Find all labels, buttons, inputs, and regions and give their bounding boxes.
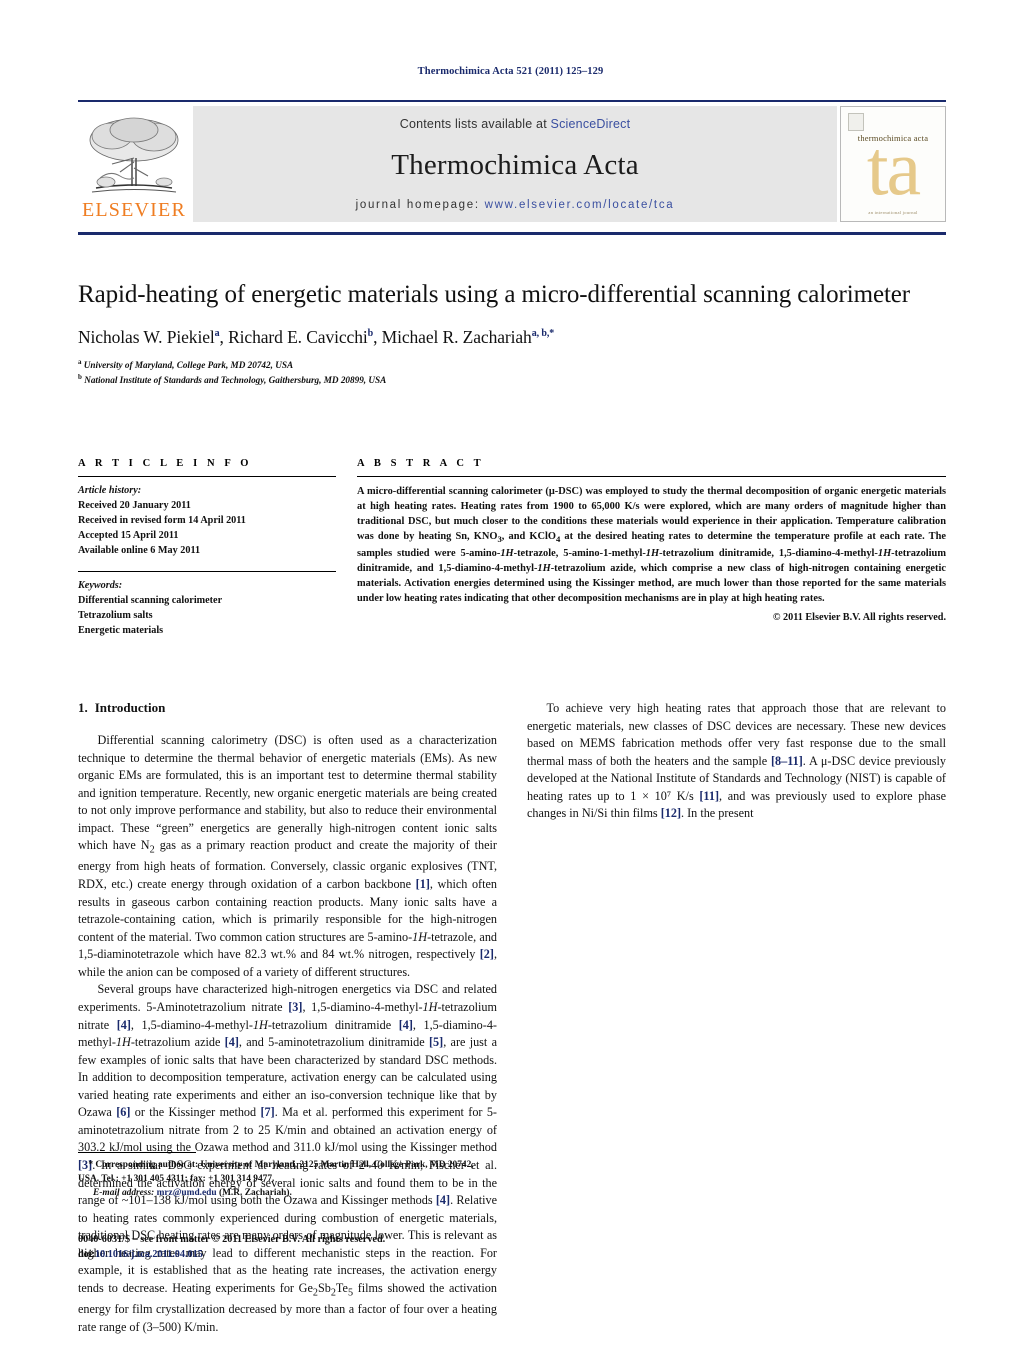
issn-copyright-line: 0040-6031/$ – see front matter © 2011 El… <box>78 1234 386 1245</box>
contents-prefix: Contents lists available at <box>399 117 551 131</box>
email-line: E-mail address: mrz@umd.edu (M.R. Zachar… <box>78 1186 497 1200</box>
sciencedirect-link[interactable]: ScienceDirect <box>551 117 631 131</box>
section-title: Introduction <box>94 700 166 715</box>
title-block: Rapid-heating of energetic materials usi… <box>78 279 946 388</box>
abstract-copyright: © 2011 Elsevier B.V. All rights reserved… <box>772 612 946 624</box>
affiliations: a University of Maryland, College Park, … <box>78 357 946 388</box>
article-history-label: Article history: <box>78 485 142 496</box>
email-link[interactable]: mrz@umd.edu <box>157 1188 217 1198</box>
history-item: Received 20 January 2011 <box>78 499 191 511</box>
footnote-rule <box>78 1152 196 1153</box>
keyword-item: Tetrazolium salts <box>78 610 153 622</box>
paragraph: To achieve very high heating rates that … <box>527 701 947 821</box>
history-item: Received in revised form 14 April 2011 <box>78 514 246 526</box>
keywords-group: Keywords: Differential scanning calorime… <box>78 579 336 639</box>
page-footer: 0040-6031/$ – see front matter © 2011 El… <box>78 1232 578 1263</box>
elsevier-tree-icon <box>89 117 179 193</box>
affiliation-b-text: National Institute of Standards and Tech… <box>84 375 387 386</box>
journal-cover-thumbnail[interactable]: ta thermochimica acta an international j… <box>840 106 946 222</box>
article-info-heading: A R T I C L E I N F O <box>78 458 253 469</box>
doi-link[interactable]: 10.1016/j.tca.2011.04.015 <box>95 1249 203 1260</box>
affiliation-a-text: University of Maryland, College Park, MD… <box>83 360 294 371</box>
running-head: Thermochimica Acta 521 (2011) 125–129 <box>417 66 604 77</box>
article-info-rule-mid <box>78 571 336 573</box>
paragraph: Differential scanning calorimetry (DSC) … <box>78 733 498 979</box>
contents-available-line: Contents lists available at ScienceDirec… <box>400 117 631 131</box>
abstract-text: A micro-differential scanning calorimete… <box>357 486 946 605</box>
cover-journal-name: thermochimica acta <box>857 133 929 143</box>
doi-line: doi:10.1016/j.tca.2011.04.015 <box>78 1247 578 1262</box>
abstract-rule <box>357 476 946 477</box>
abstract-heading: A B S T R A C T <box>357 458 485 469</box>
journal-homepage-line: journal homepage: www.elsevier.com/locat… <box>356 199 675 211</box>
article-history-group: Article history: Received 20 January 201… <box>78 484 336 558</box>
cover-footer-text: an international journal <box>868 210 918 215</box>
journal-masthead: ELSEVIER Contents lists available at Sci… <box>78 100 946 222</box>
corresponding-author-text: * Corresponding author at: University of… <box>78 1160 474 1184</box>
corresponding-author-footnote: * Corresponding author at: University of… <box>78 1152 497 1200</box>
article-info-section: A R T I C L E I N F O Article history: R… <box>78 458 336 639</box>
keywords-label: Keywords: <box>78 580 123 592</box>
elsevier-wordmark: ELSEVIER <box>81 199 187 221</box>
affiliation-b: b National Institute of Standards and Te… <box>78 373 387 386</box>
abstract-section: A B S T R A C T A micro-differential sca… <box>357 458 946 623</box>
journal-title: Thermochimica Acta <box>391 148 639 181</box>
homepage-url-link[interactable]: www.elsevier.com/locate/tca <box>485 199 675 211</box>
paper-page: Thermochimica Acta 521 (2011) 125–129 EL… <box>0 0 1021 1351</box>
article-info-rule-top <box>78 476 336 477</box>
section-number: 1. <box>78 700 88 715</box>
email-owner: (M.R. Zachariah). <box>218 1188 292 1199</box>
masthead-bottom-rule <box>78 232 946 235</box>
body-column-right: To achieve very high heating rates that … <box>527 700 946 823</box>
keyword-item: Differential scanning calorimeter <box>78 595 223 607</box>
author-list: Nicholas W. Piekiela, Richard E. Cavicch… <box>78 327 555 347</box>
page-title: Rapid-heating of energetic materials usi… <box>78 281 911 308</box>
homepage-label: journal homepage: <box>355 199 480 211</box>
affiliation-a: a University of Maryland, College Park, … <box>78 358 294 371</box>
section-heading-introduction: 1. Introduction <box>78 700 497 716</box>
history-item: Accepted 15 April 2011 <box>78 529 179 541</box>
history-item: Available online 6 May 2011 <box>78 544 201 556</box>
email-label: E-mail address: <box>93 1188 155 1199</box>
keyword-item: Energetic materials <box>78 625 164 637</box>
doi-label: doi: <box>78 1249 95 1261</box>
masthead-center: Contents lists available at ScienceDirec… <box>193 106 837 222</box>
elsevier-logo: ELSEVIER <box>78 106 190 222</box>
